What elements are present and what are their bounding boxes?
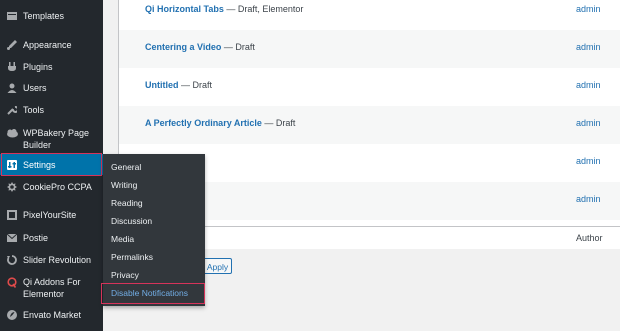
author-link[interactable]: admin [576, 4, 601, 14]
sidebar-item-label: Envato Market [23, 310, 82, 320]
author-column-header[interactable]: Author [576, 233, 603, 243]
sidebar-item-templates[interactable]: Templates [0, 10, 103, 22]
submenu-item-discussion[interactable]: Discussion [111, 216, 152, 227]
sidebar-item-slider-revolution[interactable]: Slider Revolution [0, 254, 103, 266]
sidebar-item-label: Tools [23, 105, 45, 115]
sidebar-item-label: Qi Addons For Elementor [23, 277, 81, 299]
sidebar-item-envato-market[interactable]: Envato Market [0, 309, 103, 321]
post-title-link[interactable]: Qi Horizontal Tabs [145, 4, 224, 14]
sidebar-item-label: Appearance [23, 40, 72, 50]
users-icon [6, 82, 18, 94]
author-link[interactable]: admin [576, 194, 601, 204]
envato-market-icon [6, 309, 18, 321]
submenu-item-disable-notifications[interactable]: Disable Notifications [111, 288, 188, 299]
sidebar-item-label: Postie [23, 233, 49, 243]
settings-submenu: General Writing Reading Discussion Media… [103, 154, 205, 306]
post-title-link[interactable]: A Perfectly Ordinary Article [145, 118, 262, 128]
post-title-link[interactable]: Untitled [145, 80, 179, 90]
row-title-cell: Centering a Video — Draft [145, 42, 255, 52]
submenu-item-permalinks[interactable]: Permalinks [111, 252, 153, 263]
sidebar-item-label: Slider Revolution [23, 255, 92, 265]
post-title-link[interactable]: Centering a Video [145, 42, 221, 52]
post-state: — Draft [261, 118, 296, 128]
sidebar-item-label: PixelYourSite [23, 210, 77, 220]
submenu-item-writing[interactable]: Writing [111, 180, 137, 191]
sidebar-item-qi-addons[interactable]: Qi Addons For Elementor [0, 276, 103, 300]
author-link[interactable]: admin [576, 156, 601, 166]
sidebar-item-label: Plugins [23, 62, 53, 72]
cookiepro-icon [6, 181, 18, 193]
postie-icon [6, 232, 18, 244]
row-title-cell: Qi Horizontal Tabs — Draft, Elementor [145, 4, 303, 14]
sidebar-item-label: WPBakery Page Builder [23, 128, 90, 150]
sidebar-item-plugins[interactable]: Plugins [0, 61, 103, 73]
pixelyoursite-icon [6, 209, 18, 221]
row-title-cell: A Perfectly Ordinary Article — Draft [145, 118, 295, 128]
templates-icon [6, 10, 18, 22]
post-state: — Draft [221, 42, 255, 52]
tools-icon [6, 104, 18, 116]
post-state: — Draft [178, 80, 213, 90]
table-row: A Perfectly Ordinary Article — Draft adm… [119, 106, 620, 144]
qi-addons-icon [6, 276, 18, 288]
settings-icon [6, 159, 18, 171]
submenu-item-general[interactable]: General [111, 162, 141, 173]
sidebar-item-label: CookiePro CCPA [23, 182, 92, 192]
admin-sidebar: Templates Appearance Plugins Users Tools… [0, 0, 103, 331]
author-link[interactable]: admin [576, 42, 601, 52]
slider-revolution-icon [6, 254, 18, 266]
sidebar-item-users[interactable]: Users [0, 82, 103, 94]
sidebar-item-settings[interactable]: Settings [0, 154, 103, 175]
apply-button[interactable]: Apply [203, 258, 232, 274]
row-title-cell: Untitled — Draft [145, 80, 212, 90]
sidebar-item-cookiepro[interactable]: CookiePro CCPA [0, 181, 103, 193]
submenu-item-reading[interactable]: Reading [111, 198, 143, 209]
sidebar-item-label: Templates [23, 11, 65, 21]
sidebar-item-appearance[interactable]: Appearance [0, 39, 103, 51]
submenu-item-privacy[interactable]: Privacy [111, 270, 139, 281]
author-link[interactable]: admin [576, 118, 601, 128]
post-state: — Draft, Elementor [223, 4, 304, 14]
author-link[interactable]: admin [576, 80, 601, 90]
table-row: Centering a Video — Draft admin [119, 30, 620, 68]
sidebar-item-pixelyoursite[interactable]: PixelYourSite [0, 209, 103, 221]
sidebar-item-label: Settings [23, 159, 56, 170]
sidebar-item-tools[interactable]: Tools [0, 104, 103, 116]
table-row: Qi Horizontal Tabs — Draft, Elementor ad… [119, 0, 620, 30]
plugins-icon [6, 61, 18, 73]
sidebar-item-wpbakery[interactable]: WPBakery Page Builder [0, 127, 103, 151]
sidebar-item-postie[interactable]: Postie [0, 232, 103, 244]
sidebar-item-label: Users [23, 83, 47, 93]
appearance-icon [6, 39, 18, 51]
table-row: Untitled — Draft admin [119, 68, 620, 106]
wpbakery-icon [6, 127, 18, 139]
submenu-item-media[interactable]: Media [111, 234, 134, 245]
